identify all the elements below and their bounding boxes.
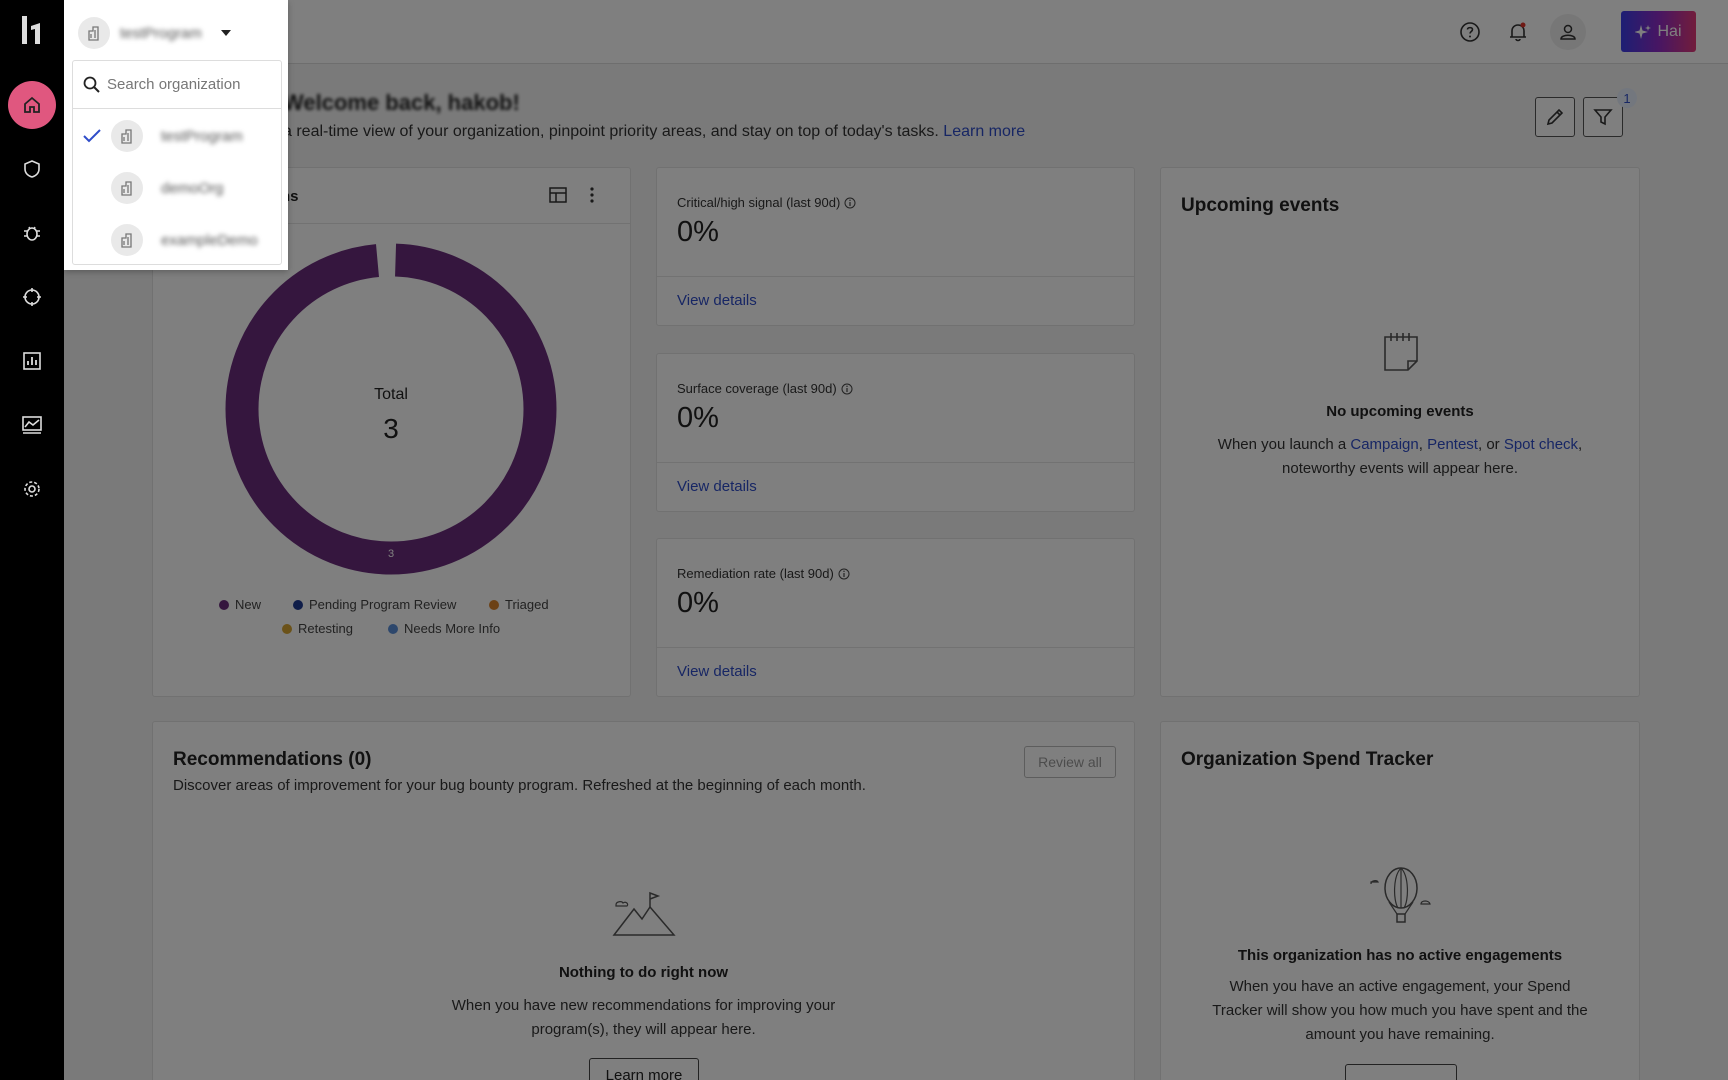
nav-programs[interactable] <box>8 145 56 193</box>
current-organization-name: testProgram <box>120 24 202 42</box>
home-icon <box>22 95 42 115</box>
nav-assets[interactable] <box>8 273 56 321</box>
hackerone-logo-icon[interactable] <box>20 14 44 46</box>
dropdown-backdrop[interactable] <box>64 0 1728 1080</box>
bar-chart-icon <box>22 351 42 371</box>
org-building-icon <box>111 224 143 256</box>
organization-option-name: testProgram <box>161 127 243 145</box>
sidebar <box>0 0 64 1080</box>
org-building-icon <box>111 172 143 204</box>
caret-down-icon <box>220 29 232 37</box>
nav-insights[interactable] <box>8 401 56 449</box>
organization-option[interactable]: testProgram <box>73 110 281 162</box>
nav-analytics[interactable] <box>8 337 56 385</box>
nav-reports[interactable] <box>8 209 56 257</box>
org-building-icon <box>78 17 110 49</box>
org-building-icon <box>111 120 143 152</box>
gear-icon <box>22 479 42 499</box>
shield-icon <box>22 159 42 179</box>
bug-icon <box>22 223 42 243</box>
organization-option[interactable]: exampleDemo <box>73 214 281 266</box>
nav-settings[interactable] <box>8 465 56 513</box>
search-organization-input[interactable] <box>107 76 257 93</box>
organization-dropdown: testProgram testProgram demoOrg exampleD… <box>64 0 288 270</box>
organization-option-name: demoOrg <box>161 179 224 197</box>
line-chart-icon <box>21 415 43 435</box>
nav-home[interactable] <box>8 81 56 129</box>
checkmark-icon <box>73 129 111 143</box>
organization-option[interactable]: demoOrg <box>73 162 281 214</box>
organization-list-panel: testProgram demoOrg exampleDemo <box>72 60 282 265</box>
organization-option-name: exampleDemo <box>161 231 258 249</box>
organization-search <box>73 61 281 109</box>
search-icon <box>83 76 101 94</box>
organization-selector[interactable]: testProgram <box>78 16 232 50</box>
target-icon <box>22 287 42 307</box>
